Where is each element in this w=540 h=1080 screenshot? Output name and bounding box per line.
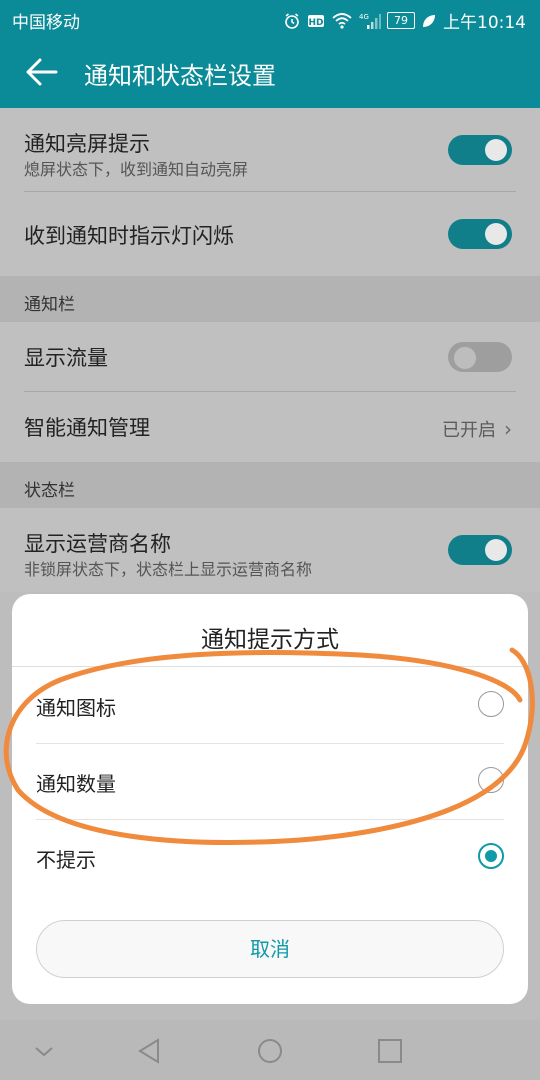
- setting-row-show-traffic[interactable]: 显示流量: [0, 322, 540, 392]
- status-icons: HD 4G 79 上午10:14: [283, 8, 526, 33]
- option-label: 通知图标: [36, 696, 116, 720]
- setting-label: 显示流量: [24, 346, 108, 370]
- toggle-switch[interactable]: [448, 535, 512, 565]
- setting-description: 熄屏状态下，收到通知自动亮屏: [24, 160, 249, 179]
- section-header-status-bar: 状态栏: [0, 462, 540, 508]
- recents-square-icon[interactable]: [370, 1034, 410, 1068]
- setting-label: 显示运营商名称: [24, 532, 171, 556]
- cancel-button[interactable]: 取消: [36, 920, 504, 978]
- setting-value: 已开启 ›: [442, 416, 512, 442]
- section-title: 通知栏: [24, 295, 75, 315]
- option-label: 不提示: [36, 848, 96, 872]
- setting-row-wake-screen[interactable]: 通知亮屏提示 熄屏状态下，收到通知自动亮屏: [0, 108, 540, 192]
- app-bar: 通知和状态栏设置: [0, 36, 540, 108]
- notification-style-dialog: 通知提示方式 通知图标 通知数量 不提示 取消: [12, 594, 528, 1004]
- hd-icon: HD: [308, 14, 324, 28]
- setting-label: 收到通知时指示灯闪烁: [24, 224, 234, 248]
- back-triangle-icon[interactable]: [130, 1034, 170, 1068]
- toggle-switch[interactable]: [448, 342, 512, 372]
- section-header-notification-bar: 通知栏: [0, 276, 540, 322]
- setting-row-smart-notification[interactable]: 智能通知管理 已开启 ›: [0, 392, 540, 462]
- dialog-title: 通知提示方式: [201, 627, 339, 653]
- settings-list: 通知亮屏提示 熄屏状态下，收到通知自动亮屏 收到通知时指示灯闪烁 通知栏 显示流…: [0, 108, 540, 592]
- alarm-icon: [285, 12, 299, 29]
- page-title: 通知和状态栏设置: [84, 62, 276, 90]
- clock: 上午10:14: [443, 13, 526, 33]
- navigation-bar: [0, 1020, 540, 1080]
- setting-description: 非锁屏状态下，状态栏上显示运营商名称: [24, 560, 313, 579]
- carrier-name: 中国移动: [12, 13, 80, 33]
- toggle-switch[interactable]: [448, 135, 512, 165]
- option-notification-count[interactable]: 通知数量: [36, 744, 504, 820]
- svg-text:HD: HD: [308, 18, 323, 28]
- 4g-signal-icon: 4G: [359, 13, 381, 29]
- status-bar: 中国移动 HD 4G 79 上午10:14: [0, 0, 540, 36]
- option-notification-icon[interactable]: 通知图标: [36, 668, 504, 744]
- radio-unchecked-icon[interactable]: [478, 767, 504, 793]
- setting-label: 通知亮屏提示: [24, 132, 150, 156]
- radio-unchecked-icon[interactable]: [478, 691, 504, 717]
- arrow-left-icon[interactable]: [22, 54, 62, 90]
- svg-text:4G: 4G: [359, 13, 369, 21]
- chevron-right-icon: ›: [504, 417, 512, 441]
- setting-value-text: 已开启: [442, 420, 496, 441]
- leaf-icon: [423, 14, 435, 27]
- option-no-notification[interactable]: 不提示: [36, 820, 504, 896]
- setting-label: 智能通知管理: [24, 416, 150, 440]
- toggle-switch[interactable]: [448, 219, 512, 249]
- battery-icon: 79: [387, 12, 415, 29]
- section-title: 状态栏: [24, 481, 75, 501]
- setting-row-carrier-name[interactable]: 显示运营商名称 非锁屏状态下，状态栏上显示运营商名称: [0, 508, 540, 592]
- setting-row-indicator-light[interactable]: 收到通知时指示灯闪烁: [0, 192, 540, 276]
- home-circle-icon[interactable]: [250, 1034, 290, 1068]
- option-label: 通知数量: [36, 772, 116, 796]
- chevron-down-icon[interactable]: [24, 1034, 64, 1068]
- wifi-icon: [332, 12, 352, 29]
- radio-checked-icon[interactable]: [478, 843, 504, 869]
